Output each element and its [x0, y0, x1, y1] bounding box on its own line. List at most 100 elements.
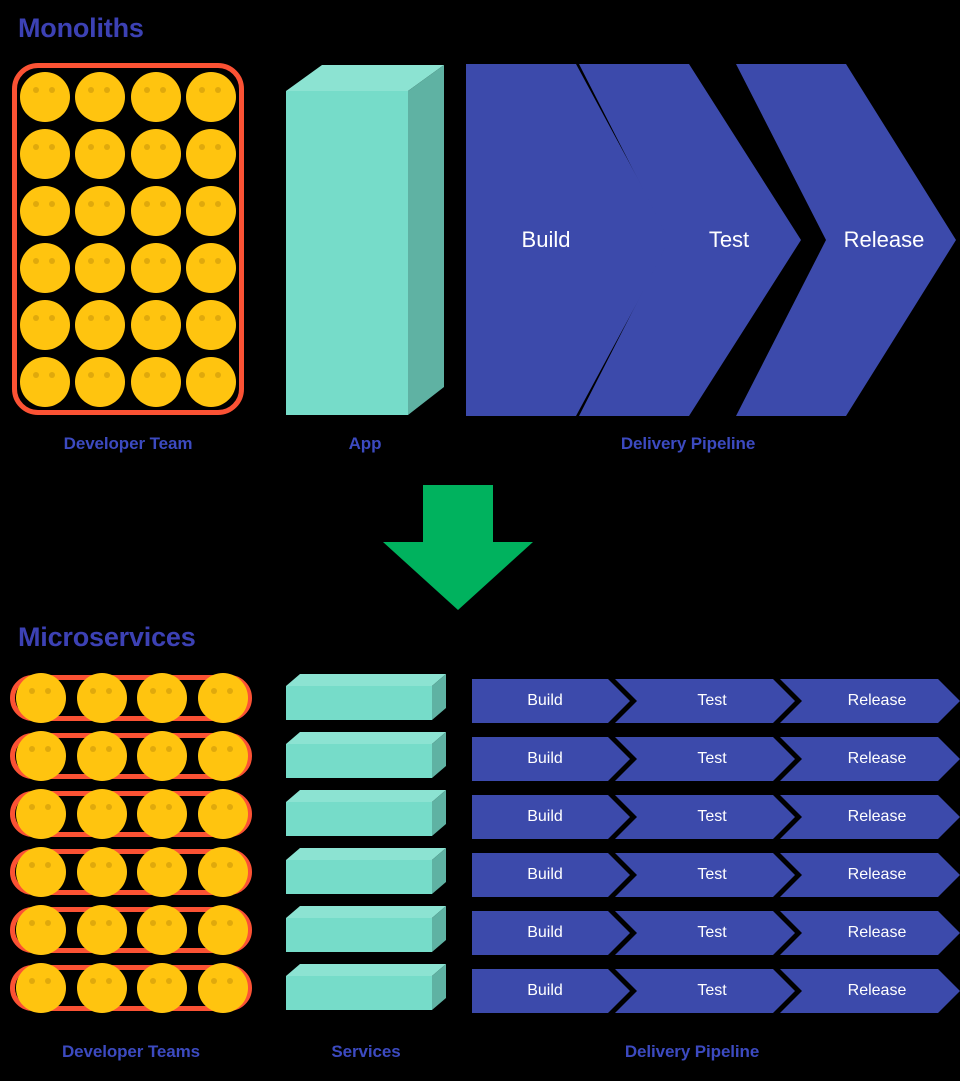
- service-3d-slab-icon: [286, 848, 446, 900]
- microservices-pipeline-caption: Delivery Pipeline: [624, 1042, 760, 1061]
- microservice-pipeline-row: Build Test Release: [472, 679, 960, 723]
- pipeline-stage-label-test: Test: [697, 750, 727, 767]
- smiley-face-icon: [130, 185, 181, 236]
- monolith-delivery-pipeline: Build Test Release: [466, 64, 956, 416]
- microservice-team-members: [11, 789, 253, 839]
- smiley-face-icon: [186, 128, 237, 179]
- pipeline-stage-label-release: Release: [847, 750, 907, 767]
- microservices-developer-teams-caption: Developer Teams: [61, 1042, 201, 1061]
- pipeline-stage-label-build: Build: [521, 227, 571, 252]
- smiley-face-icon: [197, 789, 248, 839]
- smiley-face-icon: [16, 789, 67, 839]
- smiley-face-icon: [130, 128, 181, 179]
- pipeline-stage-label-build: Build: [527, 692, 563, 709]
- smiley-face-icon: [16, 905, 67, 955]
- smiley-face-icon: [186, 242, 237, 293]
- microservices-section-title: Microservices: [18, 622, 196, 652]
- smiley-face-icon: [197, 847, 248, 897]
- smiley-face-icon: [76, 673, 127, 723]
- microservice-pipeline-row: Build Test Release: [472, 737, 960, 781]
- pipeline-stage-label-release: Release: [847, 982, 907, 999]
- smiley-face-icon: [76, 905, 127, 955]
- monolith-app-3d-box-icon: [286, 65, 444, 415]
- smiley-face-icon: [76, 963, 127, 1013]
- microservice-team-row: [10, 673, 253, 723]
- smiley-face-icon: [197, 905, 248, 955]
- pipeline-stage-label-release: Release: [847, 692, 907, 709]
- smiley-face-icon: [130, 356, 181, 407]
- smiley-face-icon: [16, 731, 67, 781]
- pipeline-stage-label-test: Test: [697, 808, 727, 825]
- down-arrow-icon: [383, 485, 533, 610]
- smiley-face-icon: [19, 71, 70, 122]
- smiley-face-icon: [186, 299, 237, 350]
- monolith-app-caption: App: [348, 434, 382, 453]
- microservice-pipeline-row: Build Test Release: [472, 969, 960, 1013]
- diagram-canvas: Monoliths Developer Team App Build Test …: [0, 0, 960, 1081]
- microservice-team-members: [11, 731, 253, 781]
- smiley-face-icon: [137, 673, 188, 723]
- monolith-developer-team-box: [12, 63, 244, 415]
- service-3d-slab-icon: [286, 906, 446, 958]
- monolith-pipeline-caption: Delivery Pipeline: [620, 434, 756, 453]
- microservice-team-members: [11, 905, 253, 955]
- smiley-face-icon: [130, 242, 181, 293]
- smiley-face-icon: [137, 789, 188, 839]
- smiley-face-icon: [75, 356, 126, 407]
- smiley-face-icon: [137, 963, 188, 1013]
- smiley-face-icon: [186, 356, 237, 407]
- microservice-team-members: [11, 963, 253, 1013]
- smiley-face-icon: [16, 673, 67, 723]
- service-3d-slab-icon: [286, 964, 446, 1016]
- pipeline-stage-label-test: Test: [697, 924, 727, 941]
- microservice-team-row: [10, 963, 253, 1013]
- pipeline-stage-label-release: Release: [843, 227, 925, 252]
- smiley-face-icon: [137, 905, 188, 955]
- smiley-face-icon: [197, 673, 248, 723]
- pipeline-stage-label-test: Test: [697, 866, 727, 883]
- monolith-developer-team-caption: Developer Team: [63, 434, 193, 453]
- smiley-face-icon: [186, 71, 237, 122]
- smiley-face-icon: [137, 847, 188, 897]
- microservice-pipeline-row: Build Test Release: [472, 853, 960, 897]
- smiley-face-icon: [75, 128, 126, 179]
- smiley-face-icon: [197, 963, 248, 1013]
- microservice-pipeline-row: Build Test Release: [472, 911, 960, 955]
- pipeline-stage-label-test: Test: [697, 982, 727, 999]
- pipeline-stage-label-test: Test: [708, 227, 750, 252]
- pipeline-stage-label-build: Build: [527, 750, 563, 767]
- microservice-team-row: [10, 789, 253, 839]
- microservice-team-members: [11, 673, 253, 723]
- smiley-face-icon: [75, 71, 126, 122]
- service-3d-slab-icon: [286, 674, 446, 726]
- smiley-face-icon: [19, 185, 70, 236]
- smiley-face-icon: [16, 963, 67, 1013]
- smiley-face-icon: [76, 731, 127, 781]
- smiley-face-icon: [76, 789, 127, 839]
- smiley-face-icon: [75, 185, 126, 236]
- smiley-face-icon: [186, 185, 237, 236]
- smiley-face-icon: [75, 242, 126, 293]
- pipeline-stage-label-release: Release: [847, 866, 907, 883]
- microservice-team-row: [10, 847, 253, 897]
- smiley-face-icon: [19, 299, 70, 350]
- smiley-face-icon: [16, 847, 67, 897]
- service-3d-slab-icon: [286, 732, 446, 784]
- microservice-team-row: [10, 905, 253, 955]
- microservice-team-members: [11, 847, 253, 897]
- smiley-face-icon: [19, 128, 70, 179]
- smiley-face-icon: [137, 731, 188, 781]
- pipeline-stage-label-release: Release: [847, 808, 907, 825]
- microservice-team-row: [10, 731, 253, 781]
- pipeline-stage-label-build: Build: [527, 866, 563, 883]
- smiley-face-icon: [75, 299, 126, 350]
- pipeline-stage-label-build: Build: [527, 982, 563, 999]
- smiley-face-icon: [197, 731, 248, 781]
- microservice-pipeline-row: Build Test Release: [472, 795, 960, 839]
- pipeline-stage-label-release: Release: [847, 924, 907, 941]
- smiley-face-icon: [130, 299, 181, 350]
- smiley-face-icon: [19, 356, 70, 407]
- monoliths-section-title: Monoliths: [18, 13, 144, 43]
- service-3d-slab-icon: [286, 790, 446, 842]
- pipeline-stage-label-build: Build: [527, 924, 563, 941]
